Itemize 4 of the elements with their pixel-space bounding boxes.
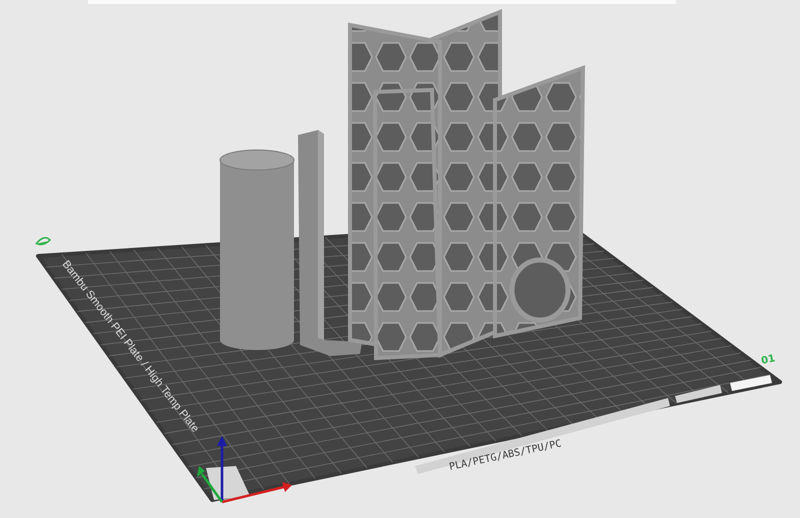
- plate-corner-patch: [206, 466, 250, 500]
- plate-number: 01: [760, 353, 776, 367]
- plate-corner-strip: [730, 375, 772, 391]
- plate-marking-strip: [675, 385, 722, 403]
